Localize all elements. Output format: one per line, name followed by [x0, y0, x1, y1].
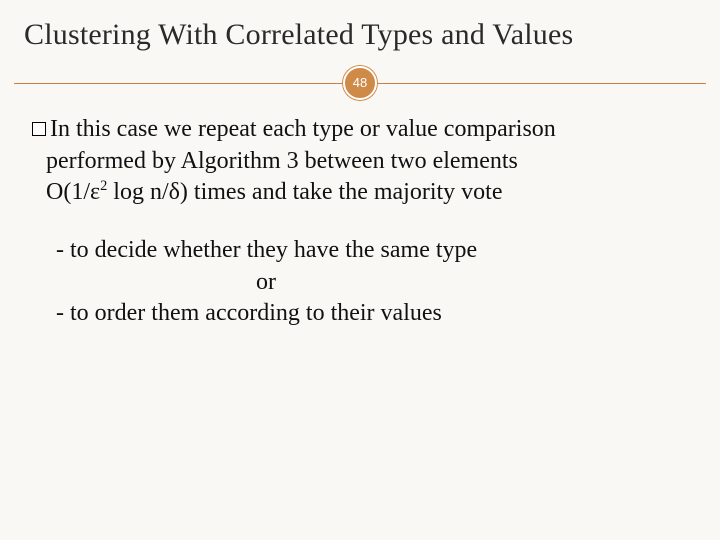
or-separator: or	[56, 267, 476, 299]
page-number-badge: 48	[343, 66, 377, 100]
bullet-line-2: performed by Algorithm 3 between two ele…	[32, 148, 518, 174]
slide-title: Clustering With Correlated Types and Val…	[0, 0, 720, 64]
bullet-line-3: O(1/ε2 log n/δ) times and take the major…	[32, 179, 503, 205]
bullet-line-1: In this case we repeat each type or valu…	[50, 116, 556, 142]
dash-list: - to decide whether they have the same t…	[32, 235, 688, 330]
divider: 48	[0, 68, 720, 98]
square-bullet-icon	[32, 122, 46, 136]
math-prefix: O(1/ε	[46, 179, 100, 205]
dash-item-2: - to order them according to their value…	[56, 298, 688, 330]
math-suffix: log n/δ) times and take the majority vot…	[107, 179, 502, 205]
bullet-item: In this case we repeat each type or valu…	[32, 114, 688, 209]
slide-body: In this case we repeat each type or valu…	[0, 98, 720, 330]
slide: Clustering With Correlated Types and Val…	[0, 0, 720, 540]
dash-item-1: - to decide whether they have the same t…	[56, 235, 688, 267]
